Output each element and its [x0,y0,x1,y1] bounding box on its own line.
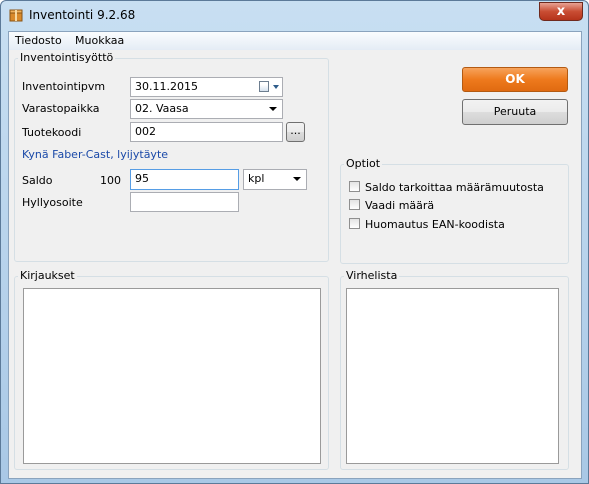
client-area: Tiedosto Muokkaa Inventointisyöttö Inven… [8,31,582,479]
balance-value: 95 [135,172,149,185]
date-picker[interactable]: 30.11.2015 [130,77,283,97]
entries-group-legend: Kirjaukset [18,269,77,282]
ok-button-label: OK [505,72,525,86]
app-box-icon [9,9,23,22]
date-value: 30.11.2015 [135,80,198,93]
entry-group-legend: Inventointisyöttö [18,51,116,64]
balance-label: Saldo [22,174,53,187]
option-checkbox-1[interactable] [349,181,360,192]
menu-bar: Tiedosto Muokkaa [9,32,581,50]
option-checkbox-2[interactable] [349,199,360,210]
option-checkbox-3[interactable] [349,218,360,229]
chevron-down-icon [269,107,277,111]
option-label-3[interactable]: Huomautus EAN-koodista [365,218,505,231]
calendar-icon[interactable] [259,81,269,92]
ellipsis-icon: ... [290,124,301,137]
unit-value: kpl [248,172,265,185]
close-icon: x [556,4,566,19]
warehouse-select[interactable]: 02. Vaasa [130,99,283,119]
close-button[interactable]: x [539,2,583,21]
balance-current: 100 [100,174,121,187]
browse-button[interactable]: ... [286,122,305,142]
cancel-button[interactable]: Peruuta [462,99,568,125]
errors-group-legend: Virhelista [344,269,400,282]
chevron-down-icon[interactable] [273,85,279,89]
app-window: Inventointi 9.2.68 x Tiedosto Muokkaa In… [0,0,589,484]
product-name: Kynä Faber-Cast, lyijytäyte [22,148,169,161]
shelf-input[interactable] [130,192,239,212]
warehouse-value: 02. Vaasa [135,102,189,115]
menu-edit[interactable]: Muokkaa [75,34,124,47]
option-label-1[interactable]: Saldo tarkoittaa määrämuutosta [365,181,544,194]
entries-list[interactable] [23,288,321,464]
warehouse-label: Varastopaikka [22,102,100,115]
option-label-2[interactable]: Vaadi määrä [365,199,434,212]
errors-list[interactable] [346,288,559,464]
options-group: Optiot [340,157,569,264]
date-label: Inventointipvm [22,80,106,93]
cancel-button-label: Peruuta [493,105,537,118]
product-code-label: Tuotekoodi [22,126,82,139]
shelf-label: Hyllyosoite [22,196,83,209]
window-title: Inventointi 9.2.68 [29,8,136,22]
menu-file[interactable]: Tiedosto [15,34,62,47]
product-code-input[interactable]: 002 [130,122,283,142]
balance-input[interactable]: 95 [130,169,239,190]
title-bar[interactable]: Inventointi 9.2.68 x [1,1,588,31]
chevron-down-icon [293,177,301,181]
ok-button[interactable]: OK [462,67,568,92]
product-code-value: 002 [135,125,156,138]
unit-select[interactable]: kpl [243,169,307,190]
options-group-legend: Optiot [344,157,383,170]
